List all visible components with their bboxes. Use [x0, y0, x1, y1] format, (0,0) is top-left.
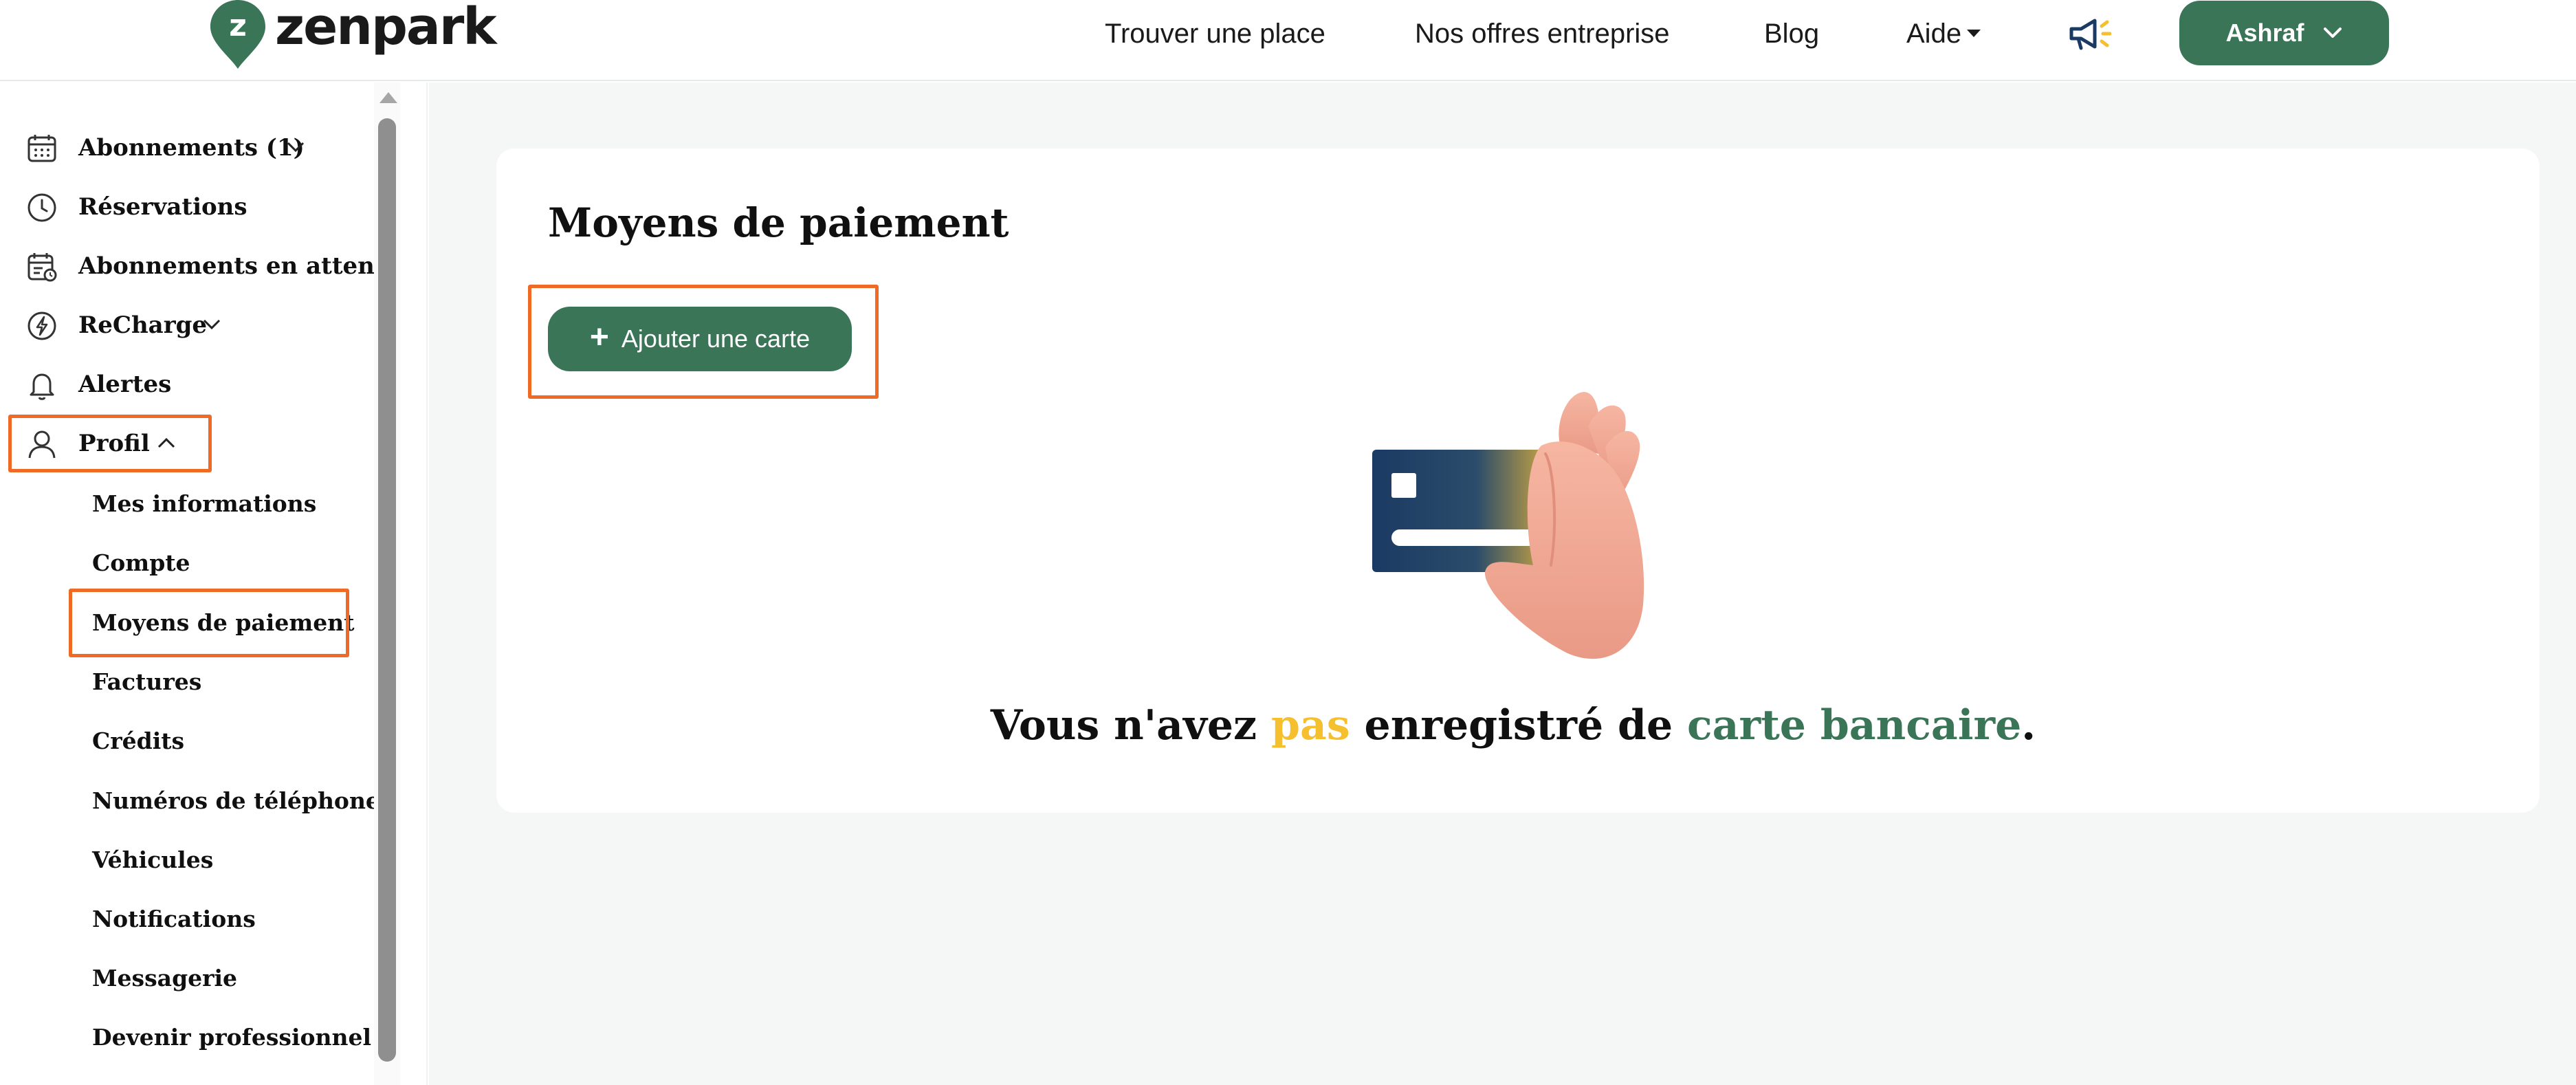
sidebar-item-label: Abonnements en attente — [78, 252, 401, 280]
user-name: Ashraf — [2225, 19, 2304, 47]
sidebar-subitem-notifications[interactable]: Notifications — [92, 897, 256, 941]
user-icon — [28, 430, 56, 459]
top-navigation-bar: z zenpark Trouver une place Nos offres e… — [0, 0, 2576, 81]
sidebar-item-label: Réservations — [78, 193, 247, 221]
add-card-button[interactable]: + Ajouter une carte — [548, 307, 852, 371]
nav-help-label: Aide — [1906, 19, 1962, 49]
account-sidebar: Abonnements (1) Réservations Abonnements… — [0, 83, 428, 1085]
svg-text:z: z — [229, 8, 247, 43]
sidebar-item-label: ReCharge — [78, 311, 208, 339]
sidebar-item-label: Profil — [78, 430, 150, 457]
sidebar-subitem-become-professional[interactable]: Devenir professionnel — [92, 1016, 371, 1060]
calendar-icon — [27, 135, 56, 162]
sidebar-subitem-phone-numbers[interactable]: Numéros de téléphone — [92, 779, 380, 823]
empty-msg-part: enregistré de — [1350, 701, 1688, 749]
chevron-down-icon — [287, 142, 305, 153]
chevron-down-icon — [203, 319, 221, 330]
empty-msg-emphasis-green: carte bancaire — [1687, 701, 2022, 749]
zenpark-logo[interactable]: z zenpark — [210, 0, 497, 69]
calendar-pending-icon — [27, 253, 57, 282]
megaphone-icon[interactable] — [2067, 14, 2111, 54]
chevron-down-icon — [2323, 28, 2342, 38]
sidebar-subitem-account[interactable]: Compte — [92, 541, 190, 585]
page-title: Moyens de paiement — [548, 199, 1009, 246]
location-pin-logo-icon: z — [210, 0, 265, 69]
scroll-up-arrow-icon[interactable] — [379, 92, 397, 103]
clock-icon — [27, 193, 56, 222]
user-menu-button[interactable]: Ashraf — [2179, 1, 2389, 65]
brand-name: zenpark — [275, 0, 497, 56]
empty-msg-part: Vous n'avez — [990, 701, 1272, 749]
sidebar-scrollbar-thumb[interactable] — [378, 118, 396, 1062]
sidebar-subitem-vehicles[interactable]: Véhicules — [92, 838, 213, 882]
sidebar-item-label: Alertes — [78, 371, 172, 398]
nav-help-dropdown[interactable]: Aide — [1906, 15, 1981, 52]
plus-icon: + — [589, 319, 609, 355]
empty-state-message: Vous n'avez pas enregistré de carte banc… — [0, 701, 2576, 749]
nav-blog[interactable]: Blog — [1764, 15, 1819, 52]
sidebar-subitem-messaging[interactable]: Messagerie — [92, 956, 237, 1000]
nav-business-offers[interactable]: Nos offres entreprise — [1415, 15, 1670, 52]
sidebar-subitem-my-information[interactable]: Mes informations — [92, 482, 316, 526]
sidebar-subitem-invoices[interactable]: Factures — [92, 660, 201, 704]
caret-down-icon — [1967, 29, 1981, 37]
empty-msg-emphasis-yellow: pas — [1271, 701, 1350, 749]
nav-find-place[interactable]: Trouver une place — [1105, 15, 1325, 52]
sidebar-item-label: Abonnements (1) — [78, 134, 305, 162]
add-card-label: Ajouter une carte — [621, 325, 811, 353]
chevron-up-icon — [157, 437, 175, 448]
bolt-icon — [27, 311, 56, 340]
hand-holding-card-illustration — [1372, 392, 1644, 659]
bell-icon — [30, 373, 54, 400]
empty-msg-part: . — [2021, 701, 2036, 749]
sidebar-subitem-payment-methods[interactable]: Moyens de paiement — [92, 601, 354, 645]
